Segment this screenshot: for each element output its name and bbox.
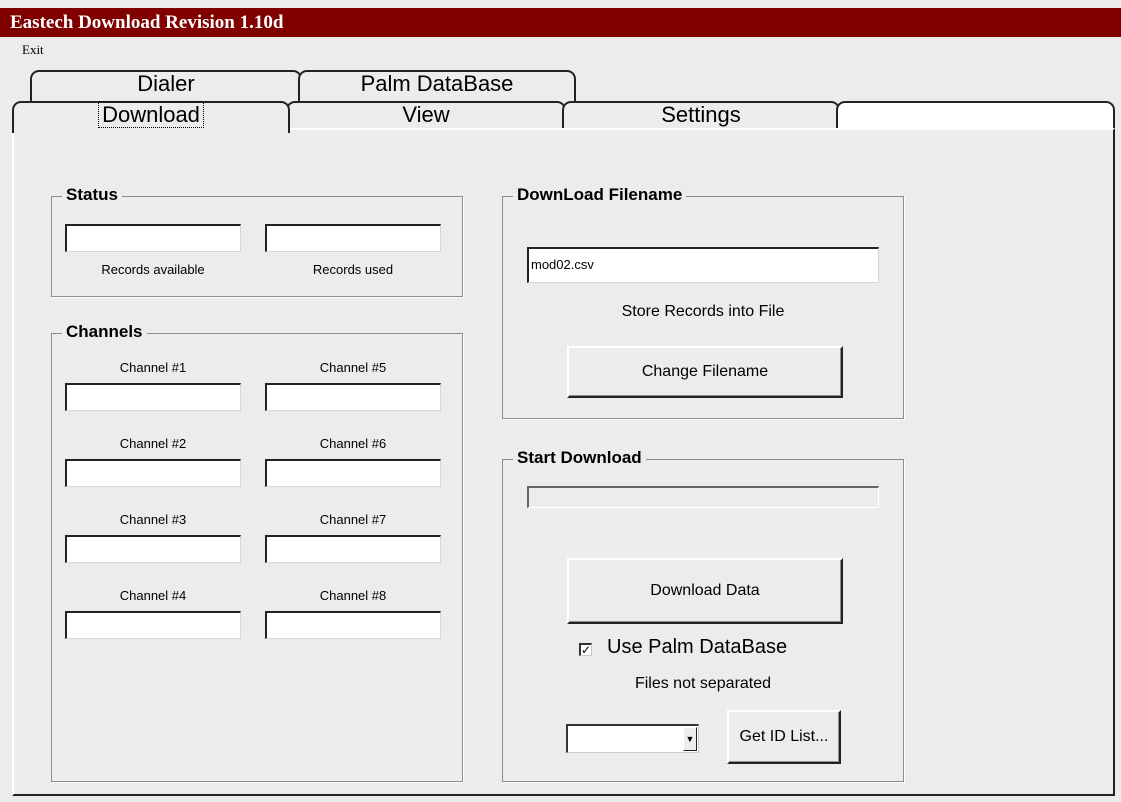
- status-group: Status Records available Records used: [51, 184, 463, 297]
- use-palm-database-label[interactable]: Use Palm DataBase: [607, 636, 787, 659]
- channel-1-field[interactable]: [65, 383, 241, 411]
- channel-5-label: Channel #5: [319, 360, 387, 375]
- channel-3-label: Channel #3: [119, 512, 187, 527]
- use-palm-database-checkbox[interactable]: ✓: [579, 643, 592, 656]
- tab-palm-database[interactable]: Palm DataBase: [298, 70, 576, 104]
- tab-download[interactable]: Download: [12, 101, 290, 133]
- store-records-label: Store Records into File: [621, 303, 785, 320]
- download-filename-group: DownLoad Filename mod02.csv Store Record…: [502, 184, 904, 419]
- download-data-button[interactable]: Download Data: [567, 558, 843, 624]
- channel-7-field[interactable]: [265, 535, 441, 563]
- window-title-bar: Eastech Download Revision 1.10d: [0, 8, 1121, 37]
- window-title: Eastech Download Revision 1.10d: [10, 12, 284, 33]
- download-filename-group-title: DownLoad Filename: [513, 184, 687, 206]
- records-used-label: Records used: [312, 262, 394, 277]
- status-group-title: Status: [62, 184, 122, 206]
- channel-1-label: Channel #1: [119, 360, 187, 375]
- start-download-group: Start Download Download Data ✓ Use Palm …: [502, 447, 904, 782]
- filename-input[interactable]: mod02.csv: [527, 247, 879, 283]
- channels-group-title: Channels: [62, 321, 147, 343]
- channel-7-label: Channel #7: [319, 512, 387, 527]
- channel-6-label: Channel #6: [319, 436, 387, 451]
- change-filename-button-label: Change Filename: [641, 363, 769, 380]
- channel-2-label: Channel #2: [119, 436, 187, 451]
- change-filename-button[interactable]: Change Filename: [567, 346, 843, 398]
- channel-8-field[interactable]: [265, 611, 441, 639]
- download-tab-panel: Status Records available Records used Ch…: [12, 128, 1115, 796]
- get-id-list-button[interactable]: Get ID List...: [727, 710, 841, 764]
- tab-dialer[interactable]: Dialer: [30, 70, 302, 104]
- tab-download-label: Download: [98, 101, 204, 128]
- channel-5-field[interactable]: [265, 383, 441, 411]
- id-select[interactable]: ▼: [566, 724, 699, 753]
- menu-exit[interactable]: Exit: [22, 42, 44, 57]
- tab-blank: [836, 101, 1115, 131]
- download-progress-bar: [527, 486, 879, 508]
- chevron-down-icon[interactable]: ▼: [683, 727, 697, 751]
- get-id-list-button-label: Get ID List...: [739, 728, 829, 745]
- tab-view-label: View: [402, 102, 450, 127]
- channels-group: Channels Channel #1 Channel #5 Channel #…: [51, 321, 463, 782]
- tab-settings[interactable]: Settings: [562, 101, 840, 131]
- records-available-field[interactable]: [65, 224, 241, 252]
- files-not-separated-label: Files not separated: [634, 675, 772, 692]
- channel-3-field[interactable]: [65, 535, 241, 563]
- tab-dialer-label: Dialer: [137, 71, 195, 96]
- channel-4-label: Channel #4: [119, 588, 187, 603]
- download-data-button-label: Download Data: [650, 582, 760, 599]
- tab-palm-database-label: Palm DataBase: [360, 71, 514, 96]
- records-available-label: Records available: [101, 262, 205, 277]
- menu-bar: Exit: [22, 42, 44, 58]
- channel-4-field[interactable]: [65, 611, 241, 639]
- start-download-group-title: Start Download: [513, 447, 646, 469]
- channel-2-field[interactable]: [65, 459, 241, 487]
- channel-6-field[interactable]: [265, 459, 441, 487]
- tab-view[interactable]: View: [286, 101, 566, 131]
- records-used-field[interactable]: [265, 224, 441, 252]
- tab-settings-label: Settings: [661, 102, 741, 127]
- channel-8-label: Channel #8: [319, 588, 387, 603]
